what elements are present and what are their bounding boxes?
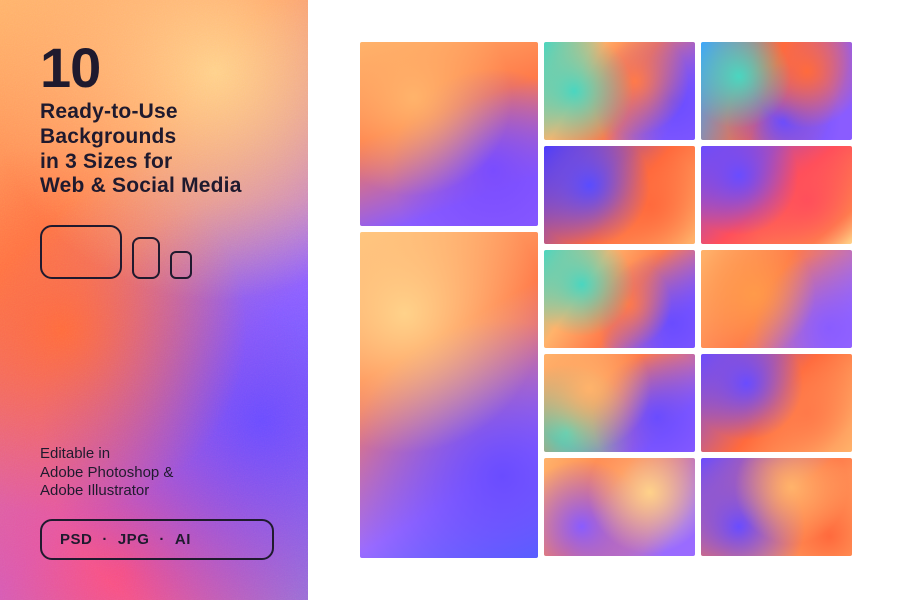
hero-headline-line2: Backgrounds [40,125,176,148]
hero-headline-line3: in 3 Sizes for [40,150,172,173]
thumb-6 [701,250,852,348]
thumb-1 [544,42,695,140]
editable-line3: Adobe Illustrator [40,482,149,499]
hero-headline-line4: Web & Social Media [40,174,242,197]
thumb-7 [544,354,695,452]
thumb-5 [544,250,695,348]
format-jpg: JPG [118,531,150,548]
spacer [40,279,274,445]
editable-note: Editable in Adobe Photoshop & Adobe Illu… [40,445,274,501]
format-sep-2: · [159,531,165,548]
tablet-icon [132,237,160,279]
editable-line2: Adobe Photoshop & [40,464,173,481]
gallery [308,0,900,600]
gallery-col-portrait [360,42,538,558]
thumb-portrait-1 [360,42,538,226]
phone-icon [170,251,192,279]
formats-pill: PSD · JPG · AI [40,519,274,560]
page: 10 Ready-to-Use Backgrounds in 3 Sizes f… [0,0,900,600]
hero-count: 10 [40,40,274,96]
format-sep-1: · [102,531,108,548]
format-ai: AI [175,531,191,548]
hero-inner: 10 Ready-to-Use Backgrounds in 3 Sizes f… [0,0,308,600]
thumb-portrait-2 [360,232,538,558]
hero-panel: 10 Ready-to-Use Backgrounds in 3 Sizes f… [0,0,308,600]
thumb-10 [701,458,852,556]
format-psd: PSD [60,531,92,548]
thumb-2 [701,42,852,140]
gallery-grid [544,42,852,558]
thumb-4 [701,146,852,244]
editable-line1: Editable in [40,445,110,462]
desktop-icon [40,225,122,279]
device-icons [40,225,274,279]
thumb-9 [544,458,695,556]
hero-headline-line1: Ready-to-Use [40,100,178,123]
thumb-3 [544,146,695,244]
thumb-8 [701,354,852,452]
hero-headline: Ready-to-Use Backgrounds in 3 Sizes for … [40,100,274,199]
